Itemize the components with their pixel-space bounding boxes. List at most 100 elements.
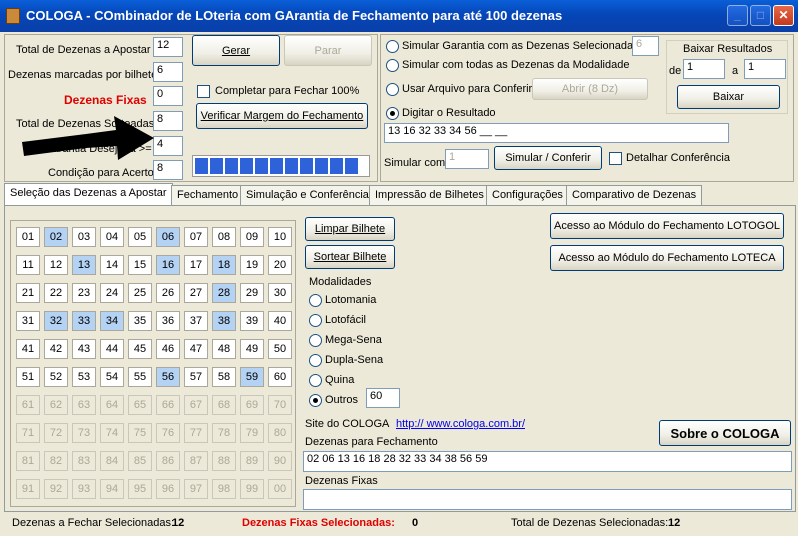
gerar-button[interactable]: Gerar	[192, 35, 280, 66]
number-cell[interactable]: 58	[212, 367, 236, 387]
close-icon[interactable]: ✕	[773, 5, 794, 26]
number-cell[interactable]: 02	[44, 227, 68, 247]
number-cell[interactable]: 44	[100, 339, 124, 359]
number-cell[interactable]: 39	[240, 311, 264, 331]
number-cell[interactable]: 18	[212, 255, 236, 275]
number-cell[interactable]: 09	[240, 227, 264, 247]
number-cell[interactable]: 30	[268, 283, 292, 303]
open-file-button[interactable]: Abrir (8 Dz)	[532, 78, 648, 100]
number-cell[interactable]: 04	[100, 227, 124, 247]
number-cell[interactable]: 26	[156, 283, 180, 303]
number-cell[interactable]: 48	[212, 339, 236, 359]
number-cell[interactable]: 42	[44, 339, 68, 359]
number-cell[interactable]: 06	[156, 227, 180, 247]
number-cell[interactable]: 41	[16, 339, 40, 359]
maximize-icon[interactable]: □	[750, 5, 771, 26]
number-cell[interactable]: 60	[268, 367, 292, 387]
number-cell[interactable]: 38	[212, 311, 236, 331]
number-cell[interactable]: 57	[184, 367, 208, 387]
number-cell[interactable]: 53	[72, 367, 96, 387]
download-button[interactable]: Baixar	[677, 85, 780, 109]
number-cell[interactable]: 16	[156, 255, 180, 275]
number-cell[interactable]: 20	[268, 255, 292, 275]
number-cell[interactable]: 32	[44, 311, 68, 331]
number-cell[interactable]: 11	[16, 255, 40, 275]
type-result-radio[interactable]	[386, 107, 399, 120]
number-cell[interactable]: 19	[240, 255, 264, 275]
modality-radio[interactable]	[309, 394, 322, 407]
number-cell[interactable]: 34	[100, 311, 124, 331]
modality-radio[interactable]	[309, 354, 322, 367]
clear-ticket-button[interactable]: Limpar Bilhete	[305, 217, 395, 241]
number-cell[interactable]: 27	[184, 283, 208, 303]
number-cell[interactable]: 54	[100, 367, 124, 387]
fixed-input[interactable]: 0	[153, 86, 183, 106]
number-cell[interactable]: 46	[156, 339, 180, 359]
number-cell[interactable]: 33	[72, 311, 96, 331]
simulate-selected-input[interactable]: 6	[632, 36, 659, 56]
detail-checkbox[interactable]	[609, 152, 622, 165]
number-cell[interactable]: 14	[100, 255, 124, 275]
number-cell[interactable]: 17	[184, 255, 208, 275]
number-cell[interactable]: 55	[128, 367, 152, 387]
random-ticket-button[interactable]: Sortear Bilhete	[305, 245, 395, 269]
modality-radio[interactable]	[309, 374, 322, 387]
simulate-button[interactable]: Simular / Conferir	[494, 146, 602, 170]
simulate-all-radio[interactable]	[386, 59, 399, 72]
loteca-button[interactable]: Acesso ao Módulo do Fechamento LOTECA	[550, 245, 784, 271]
modality-radio[interactable]	[309, 334, 322, 347]
number-cell[interactable]: 35	[128, 311, 152, 331]
number-cell[interactable]: 40	[268, 311, 292, 331]
fixed-numbers-input[interactable]	[303, 489, 792, 510]
number-cell[interactable]: 52	[44, 367, 68, 387]
number-cell[interactable]: 28	[212, 283, 236, 303]
number-cell[interactable]: 15	[128, 255, 152, 275]
modality-radio[interactable]	[309, 294, 322, 307]
from-input[interactable]: 1	[683, 59, 725, 79]
number-cell[interactable]: 37	[184, 311, 208, 331]
use-file-radio[interactable]	[386, 83, 399, 96]
number-cell[interactable]: 45	[128, 339, 152, 359]
number-cell[interactable]: 43	[72, 339, 96, 359]
simulate-with-input[interactable]: 1	[445, 149, 489, 169]
number-cell[interactable]: 31	[16, 311, 40, 331]
tab-simulation[interactable]: Simulação e Conferência	[240, 185, 375, 206]
outros-input[interactable]: 60	[366, 388, 400, 408]
number-cell[interactable]: 03	[72, 227, 96, 247]
number-cell[interactable]: 36	[156, 311, 180, 331]
modality-radio[interactable]	[309, 314, 322, 327]
result-input[interactable]: 13 16 32 33 34 56 __ __	[384, 123, 729, 143]
number-cell[interactable]: 50	[268, 339, 292, 359]
site-link[interactable]: http:// www.cologa.com.br/	[396, 418, 525, 430]
per-ticket-input[interactable]: 6	[153, 62, 183, 82]
tab-settings[interactable]: Configurações	[486, 185, 569, 206]
number-cell[interactable]: 12	[44, 255, 68, 275]
number-cell[interactable]: 59	[240, 367, 264, 387]
number-cell[interactable]: 51	[16, 367, 40, 387]
simulate-selected-radio[interactable]	[386, 40, 399, 53]
tab-closing[interactable]: Fechamento	[171, 185, 245, 206]
number-cell[interactable]: 22	[44, 283, 68, 303]
about-button[interactable]: Sobre o COLOGA	[659, 420, 791, 446]
number-cell[interactable]: 49	[240, 339, 264, 359]
tab-selection[interactable]: Seleção das Dezenas a Apostar	[4, 183, 173, 206]
tab-comparison[interactable]: Comparativo de Dezenas	[566, 185, 703, 206]
number-cell[interactable]: 08	[212, 227, 236, 247]
number-cell[interactable]: 05	[128, 227, 152, 247]
to-input[interactable]: 1	[744, 59, 786, 79]
number-cell[interactable]: 47	[184, 339, 208, 359]
closing-input[interactable]: 02 06 13 16 18 28 32 33 34 38 56 59	[303, 451, 792, 472]
number-cell[interactable]: 13	[72, 255, 96, 275]
number-cell[interactable]: 10	[268, 227, 292, 247]
number-cell[interactable]: 07	[184, 227, 208, 247]
total-input[interactable]: 12	[153, 37, 183, 57]
minimize-icon[interactable]: _	[727, 5, 748, 26]
lotogol-button[interactable]: Acesso ao Módulo do Fechamento LOTOGOL	[550, 213, 784, 239]
number-cell[interactable]: 23	[72, 283, 96, 303]
tab-printing[interactable]: Impressão de Bilhetes	[369, 185, 490, 206]
number-cell[interactable]: 25	[128, 283, 152, 303]
number-cell[interactable]: 01	[16, 227, 40, 247]
number-cell[interactable]: 29	[240, 283, 264, 303]
number-cell[interactable]: 56	[156, 367, 180, 387]
number-cell[interactable]: 21	[16, 283, 40, 303]
